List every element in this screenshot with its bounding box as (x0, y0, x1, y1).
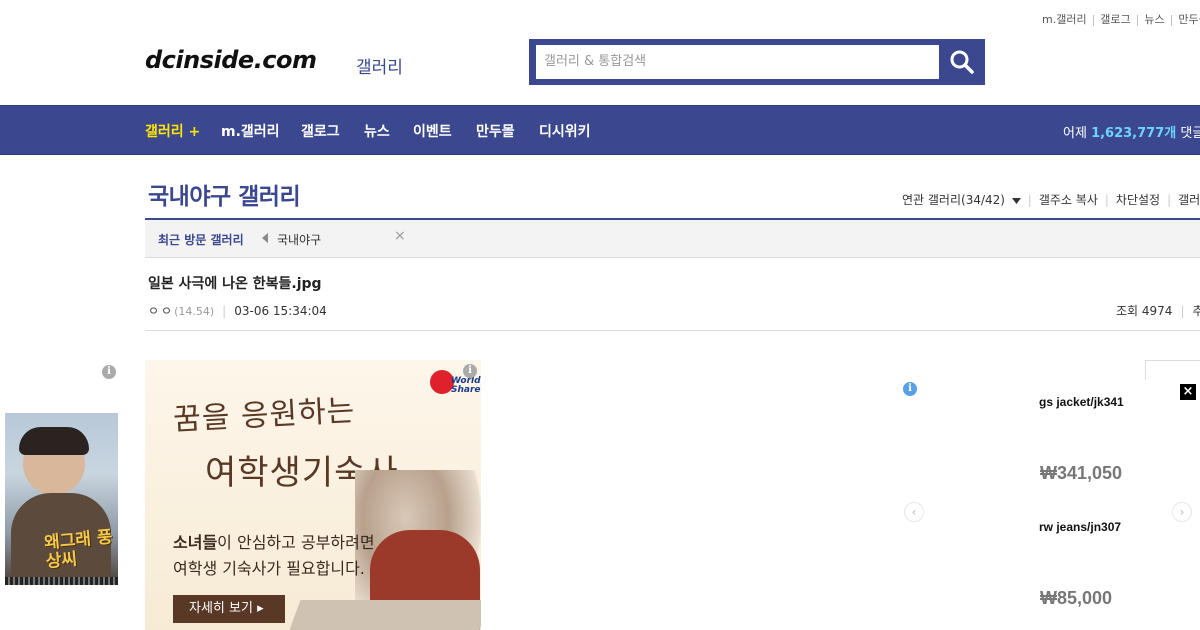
banner-body-bold: 소녀들 (173, 533, 218, 552)
util-link-gallog[interactable]: 갤로그 (1100, 13, 1130, 26)
product-name-1[interactable]: gs jacket/jk341 (1039, 395, 1124, 409)
nav-stats: 어제 1,623,777개 댓글 (1063, 122, 1200, 141)
stats-suffix: 댓글 (1180, 126, 1200, 141)
product-price-1: ₩341,050 (1040, 463, 1123, 483)
post-recommend: 추 (1192, 304, 1200, 318)
post-datetime: 03-06 15:34:04 (234, 304, 327, 318)
banner-more-button[interactable]: 자세히 보기 ▸ (173, 595, 285, 623)
top-util-links: m.갤러리|갤로그|뉴스|만두몰 (1042, 11, 1200, 27)
gallery-title[interactable]: 국내야구 갤러리 (148, 177, 301, 211)
recent-visits-label: 최근 방문 갤러리 (158, 233, 244, 247)
product-price-2: ₩85,000 (1040, 588, 1113, 608)
recent-item-kbo[interactable]: 국내야구 (277, 231, 321, 248)
nav-item-gallery[interactable]: 갤러리 + (145, 121, 200, 141)
related-gallery-button[interactable]: 연관 갤러리(34/42) (902, 193, 1005, 207)
banner-desk (289, 600, 481, 630)
close-icon[interactable]: × (1180, 384, 1196, 400)
worldshare-logo-text: World Share (451, 376, 481, 395)
poster-ad[interactable]: 왜그래 풍상씨 (5, 413, 118, 585)
post-ip: (14.54) (174, 305, 215, 318)
util-link-mandumall[interactable]: 만두몰 (1178, 13, 1200, 26)
util-link-news[interactable]: 뉴스 (1144, 13, 1164, 26)
search-button[interactable] (939, 39, 985, 85)
close-icon[interactable]: × (394, 228, 406, 244)
post-divider (145, 330, 1200, 331)
nav-item-wiki[interactable]: 디시위키 (539, 121, 591, 141)
recent-visits-bar: 최근 방문 갤러리 국내야구 × (145, 220, 1200, 258)
product-name-2[interactable]: rw jeans/jn307 (1039, 520, 1121, 534)
search-box: 갤러리 & 통합검색 (529, 39, 985, 85)
banner-body: 소녀들이 안심하고 공부하려면 여학생 기숙사가 필요합니다. (173, 530, 375, 582)
banner-headline-a: 꿈을 응원하는 (172, 393, 357, 438)
post-author[interactable]: ㅇㅇ (148, 304, 174, 318)
nav-item-mandumall[interactable]: 만두몰 (476, 121, 515, 141)
main-nav: 갤러리 + m.갤러리 갤로그 뉴스 이벤트 만두몰 디시위키 어제 1,623… (0, 105, 1200, 155)
post-meta: ㅇㅇ(14.54) | 03-06 15:34:04 (148, 304, 327, 318)
post-stats: 조회 4974 | 추 (1116, 302, 1200, 319)
post-title: 일본 사극에 나온 한복들.jpg (148, 276, 322, 292)
site-logo[interactable]: dcinside.com (145, 46, 317, 74)
nav-item-event[interactable]: 이벤트 (413, 121, 452, 141)
banner-ad[interactable]: 꿈을 응원하는 여학생기숙사 소녀들이 안심하고 공부하려면 여학생 기숙사가 … (145, 360, 481, 630)
banner-info-icon[interactable]: i (463, 364, 477, 378)
stats-prefix: 어제 (1063, 126, 1087, 141)
gallery-tools: 연관 갤러리(34/42) | 갤주소 복사 | 차단설정 | 갤러 (902, 193, 1200, 207)
caret-down-icon[interactable] (1011, 197, 1021, 204)
prev-arrow-icon[interactable] (262, 233, 268, 243)
util-link-mgallery[interactable]: m.갤러리 (1042, 13, 1087, 26)
site-logo-sub[interactable]: 갤러리 (356, 53, 403, 78)
nav-item-mgallery[interactable]: m.갤러리 (221, 121, 280, 141)
block-settings-button[interactable]: 차단설정 (1116, 193, 1160, 207)
gallery-info-button[interactable]: 갤러 (1178, 193, 1200, 207)
stats-number: 1,623,777개 (1091, 126, 1177, 141)
right-ad-frame (1145, 360, 1200, 380)
chevron-left-icon[interactable]: ‹ (904, 502, 924, 522)
product-ad-info-icon[interactable]: i (903, 382, 917, 396)
chevron-right-icon[interactable]: › (1172, 502, 1192, 522)
search-input[interactable]: 갤러리 & 통합검색 (536, 45, 939, 79)
banner-body-line2: 여학생 기숙사가 필요합니다. (173, 559, 365, 578)
poster-strip (5, 577, 118, 585)
banner-body-rest: 이 안심하고 공부하려면 (217, 533, 375, 552)
nav-item-gallog[interactable]: 갤로그 (301, 121, 340, 141)
search-icon (950, 50, 974, 74)
copy-address-button[interactable]: 갤주소 복사 (1039, 193, 1098, 207)
poster-title: 왜그래 풍상씨 (43, 527, 114, 573)
nav-item-news[interactable]: 뉴스 (364, 121, 390, 141)
poster-hair (19, 427, 89, 455)
post-views: 조회 4974 (1116, 304, 1173, 318)
ad-info-icon[interactable]: i (102, 365, 116, 379)
